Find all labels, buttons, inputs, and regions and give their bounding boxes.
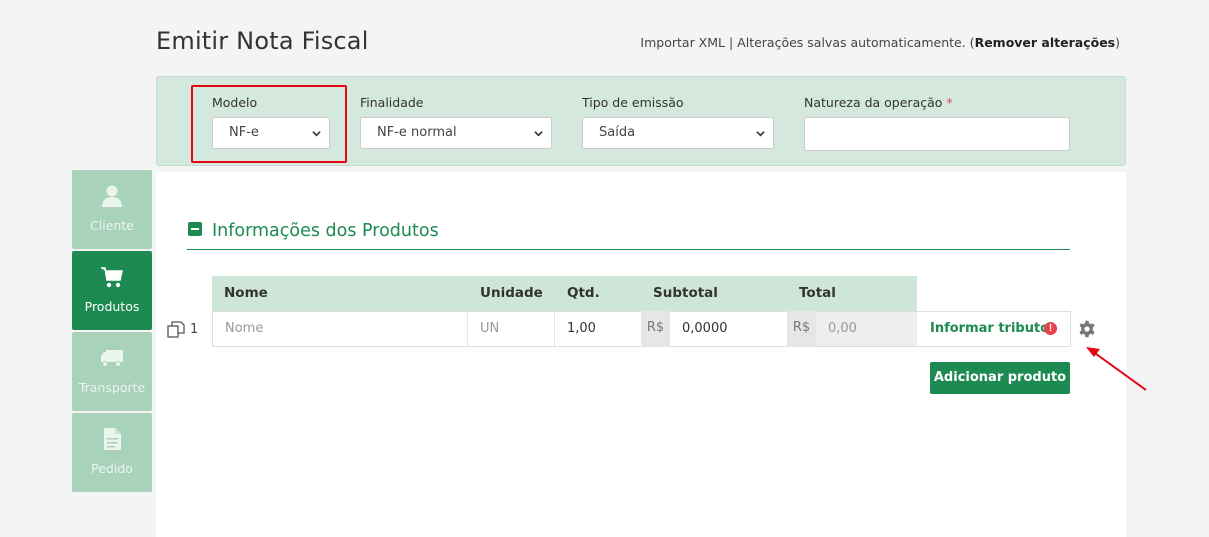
sidebar-item-label: Transporte bbox=[78, 380, 146, 395]
section-divider bbox=[187, 249, 1070, 250]
sidebar-item-label: Cliente bbox=[90, 218, 134, 233]
column-header-qtd: Qtd. bbox=[555, 276, 641, 311]
required-mark: * bbox=[946, 95, 953, 110]
chevron-down-icon bbox=[534, 131, 543, 137]
highlight-annotation bbox=[191, 85, 347, 163]
finalidade-value: NF-e normal bbox=[377, 125, 457, 140]
sidebar-item-transporte[interactable]: Transporte bbox=[72, 332, 152, 411]
sidebar-item-produtos[interactable]: Produtos bbox=[72, 251, 152, 330]
autosave-text: Alterações salvas automaticamente. ( bbox=[737, 35, 975, 50]
currency-prefix: R$ bbox=[787, 311, 816, 347]
document-icon bbox=[104, 428, 121, 450]
chevron-down-icon bbox=[756, 131, 765, 137]
duplicate-icon[interactable] bbox=[167, 320, 185, 338]
unidade-input[interactable]: UN bbox=[468, 311, 555, 347]
sidebar-item-cliente[interactable]: Cliente bbox=[72, 170, 152, 249]
gear-icon[interactable] bbox=[1078, 320, 1096, 338]
total-field: 0,00 bbox=[816, 311, 917, 347]
separator: | bbox=[725, 35, 738, 50]
row-number: 1 bbox=[190, 322, 199, 337]
finalidade-field: Finalidade NF-e normal bbox=[360, 95, 552, 149]
cart-icon bbox=[101, 267, 123, 288]
remove-changes-link[interactable]: Remover alterações bbox=[975, 35, 1116, 50]
close-paren: ) bbox=[1115, 35, 1120, 50]
column-header-subtotal: Subtotal bbox=[641, 276, 787, 311]
sidebar-item-pedido[interactable]: Pedido bbox=[72, 413, 152, 492]
informar-tributos-link[interactable]: Informar tributos bbox=[930, 321, 1057, 336]
qtd-input[interactable]: 1,00 bbox=[555, 311, 641, 347]
column-header-total: Total bbox=[787, 276, 917, 311]
subtotal-input[interactable]: 0,0000 bbox=[670, 311, 787, 347]
top-links: Importar XML | Alterações salvas automat… bbox=[640, 35, 1120, 50]
page-title: Emitir Nota Fiscal bbox=[156, 27, 369, 55]
sidebar-item-label: Produtos bbox=[84, 299, 140, 314]
nome-input[interactable]: Nome bbox=[212, 311, 468, 347]
tipo-emissao-value: Saída bbox=[599, 125, 636, 140]
currency-prefix: R$ bbox=[641, 311, 670, 347]
arrow-annotation bbox=[1086, 347, 1147, 391]
tipo-emissao-select[interactable]: Saída bbox=[582, 117, 774, 149]
warning-icon: ! bbox=[1044, 322, 1057, 335]
import-xml-link[interactable]: Importar XML bbox=[640, 35, 725, 50]
side-navigation: Cliente Produtos Transporte Pedido bbox=[72, 170, 152, 494]
sidebar-item-label: Pedido bbox=[91, 461, 133, 476]
column-header-unidade: Unidade bbox=[468, 276, 555, 311]
column-header-nome: Nome bbox=[212, 276, 468, 311]
add-product-button[interactable]: Adicionar produto bbox=[930, 362, 1070, 394]
tipo-emissao-field: Tipo de emissão Saída bbox=[582, 95, 774, 149]
natureza-input[interactable] bbox=[804, 117, 1070, 151]
finalidade-label: Finalidade bbox=[360, 95, 424, 110]
user-icon bbox=[102, 185, 122, 207]
natureza-field: Natureza da operação * bbox=[804, 95, 1070, 151]
tipo-emissao-label: Tipo de emissão bbox=[582, 95, 684, 110]
natureza-label: Natureza da operação * bbox=[804, 95, 953, 110]
section-title: Informações dos Produtos bbox=[212, 221, 439, 241]
truck-icon bbox=[101, 350, 123, 367]
finalidade-select[interactable]: NF-e normal bbox=[360, 117, 552, 149]
